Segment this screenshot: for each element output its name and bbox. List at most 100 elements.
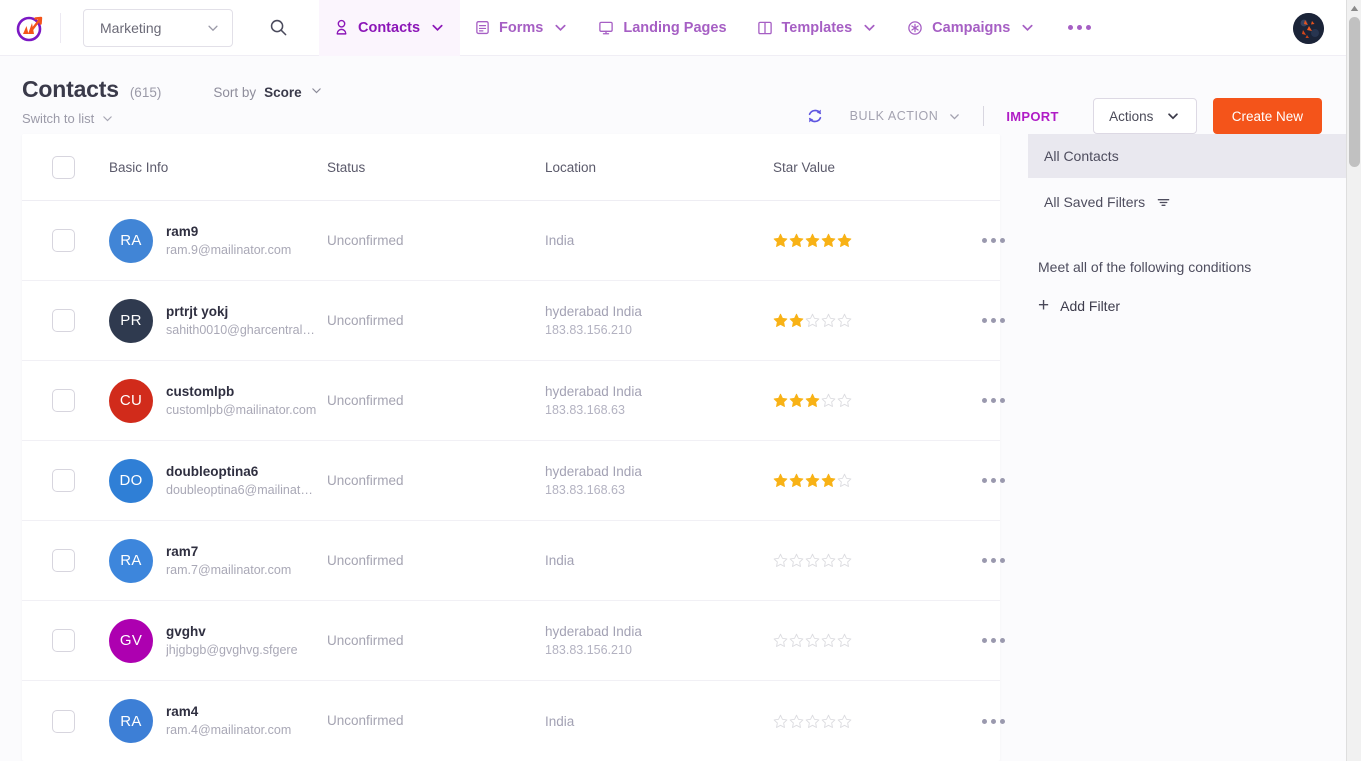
- star-icon[interactable]: [821, 714, 836, 729]
- row-select-checkbox[interactable]: [52, 549, 75, 572]
- star-icon[interactable]: [789, 473, 804, 488]
- nav-item-forms[interactable]: Forms: [460, 0, 583, 56]
- contact-avatar[interactable]: PR: [109, 299, 153, 343]
- table-row[interactable]: DOdoubleoptina6doubleoptina6@mailinator.…: [22, 441, 1000, 521]
- bulk-action-dropdown[interactable]: BULK ACTION: [850, 109, 962, 123]
- star-icon[interactable]: [773, 714, 788, 729]
- star-icon[interactable]: [837, 313, 852, 328]
- select-all-checkbox[interactable]: [52, 156, 75, 179]
- star-icon[interactable]: [773, 633, 788, 648]
- cell-basic-info[interactable]: DOdoubleoptina6doubleoptina6@mailinator.…: [109, 459, 327, 503]
- star-icon[interactable]: [821, 633, 836, 648]
- table-row[interactable]: GVgvghvjhjgbgb@gvghvg.sfgereUnconfirmedh…: [22, 601, 1000, 681]
- star-icon[interactable]: [773, 393, 788, 408]
- nav-item-templates[interactable]: Templates: [742, 0, 893, 56]
- cell-basic-info[interactable]: CUcustomlpbcustomlpb@mailinator.com: [109, 379, 327, 423]
- star-icon[interactable]: [773, 233, 788, 248]
- scrollbar-thumb[interactable]: [1349, 17, 1360, 167]
- star-icon[interactable]: [789, 233, 804, 248]
- table-row[interactable]: RAram7ram.7@mailinator.comUnconfirmedInd…: [22, 521, 1000, 601]
- column-header-basic-info[interactable]: Basic Info: [109, 160, 327, 175]
- star-icon[interactable]: [805, 633, 820, 648]
- add-filter-button[interactable]: + Add Filter: [1028, 298, 1346, 314]
- page-scrollbar[interactable]: [1346, 0, 1361, 761]
- star-icon[interactable]: [837, 473, 852, 488]
- row-select-checkbox[interactable]: [52, 229, 75, 252]
- scrollbar-up-button[interactable]: [1347, 0, 1361, 17]
- star-icon[interactable]: [805, 233, 820, 248]
- cell-star-value[interactable]: [773, 233, 963, 248]
- star-icon[interactable]: [837, 393, 852, 408]
- contact-avatar[interactable]: RA: [109, 219, 153, 263]
- table-row[interactable]: RAram4ram.4@mailinator.comUnconfirmedInd…: [22, 681, 1000, 761]
- star-icon[interactable]: [821, 233, 836, 248]
- star-icon[interactable]: [789, 393, 804, 408]
- nav-item-landing-pages[interactable]: Landing Pages: [583, 0, 741, 56]
- cell-basic-info[interactable]: PRprtrjt yokjsahith0010@gharcentral.co..…: [109, 299, 327, 343]
- column-header-star-value[interactable]: Star Value: [773, 160, 963, 175]
- contact-avatar[interactable]: DO: [109, 459, 153, 503]
- cell-basic-info[interactable]: RAram9ram.9@mailinator.com: [109, 219, 327, 263]
- workspace-selector[interactable]: Marketing: [83, 9, 233, 47]
- star-icon[interactable]: [821, 473, 836, 488]
- create-new-button[interactable]: Create New: [1213, 98, 1322, 134]
- row-select-checkbox[interactable]: [52, 389, 75, 412]
- star-icon[interactable]: [805, 473, 820, 488]
- star-icon[interactable]: [821, 393, 836, 408]
- actions-divider: [983, 106, 984, 126]
- star-icon[interactable]: [773, 473, 788, 488]
- row-select-checkbox[interactable]: [52, 710, 75, 733]
- nav-overflow-menu-button[interactable]: [1050, 0, 1109, 56]
- star-icon[interactable]: [821, 313, 836, 328]
- star-icon[interactable]: [789, 633, 804, 648]
- star-icon[interactable]: [789, 553, 804, 568]
- cell-star-value[interactable]: [773, 553, 963, 568]
- contact-avatar[interactable]: RA: [109, 539, 153, 583]
- star-icon[interactable]: [773, 313, 788, 328]
- cell-basic-info[interactable]: RAram7ram.7@mailinator.com: [109, 539, 327, 583]
- app-logo[interactable]: [0, 13, 56, 43]
- cell-star-value[interactable]: [773, 313, 963, 328]
- star-icon[interactable]: [773, 553, 788, 568]
- star-icon[interactable]: [821, 553, 836, 568]
- cell-star-value[interactable]: [773, 393, 963, 408]
- cell-star-value[interactable]: [773, 714, 963, 729]
- nav-item-campaigns[interactable]: Campaigns: [892, 0, 1050, 56]
- row-select-checkbox[interactable]: [52, 309, 75, 332]
- switch-to-list-button[interactable]: Switch to list: [22, 111, 114, 126]
- star-icon[interactable]: [805, 393, 820, 408]
- row-select-checkbox[interactable]: [52, 629, 75, 652]
- import-button[interactable]: IMPORT: [1006, 109, 1058, 124]
- star-icon[interactable]: [837, 553, 852, 568]
- cell-basic-info[interactable]: GVgvghvjhjgbgb@gvghvg.sfgere: [109, 619, 327, 663]
- cell-basic-info[interactable]: RAram4ram.4@mailinator.com: [109, 699, 327, 743]
- search-button[interactable]: [263, 13, 293, 43]
- star-icon[interactable]: [837, 714, 852, 729]
- all-saved-filters[interactable]: All Saved Filters: [1028, 180, 1346, 224]
- star-icon[interactable]: [789, 714, 804, 729]
- refresh-button[interactable]: [802, 103, 828, 129]
- column-header-location[interactable]: Location: [545, 160, 773, 175]
- actions-dropdown-button[interactable]: Actions: [1093, 98, 1197, 134]
- table-row[interactable]: PRprtrjt yokjsahith0010@gharcentral.co..…: [22, 281, 1000, 361]
- star-icon[interactable]: [789, 313, 804, 328]
- star-icon[interactable]: [837, 233, 852, 248]
- contact-avatar[interactable]: CU: [109, 379, 153, 423]
- column-header-status[interactable]: Status: [327, 160, 545, 175]
- star-icon[interactable]: [837, 633, 852, 648]
- star-icon[interactable]: [805, 553, 820, 568]
- cell-star-value[interactable]: [773, 633, 963, 648]
- cell-star-value[interactable]: [773, 473, 963, 488]
- star-icon[interactable]: [805, 714, 820, 729]
- user-avatar[interactable]: [1293, 13, 1324, 44]
- table-row[interactable]: RAram9ram.9@mailinator.comUnconfirmedInd…: [22, 201, 1000, 281]
- status-text: Unconfirmed: [327, 553, 404, 568]
- contact-avatar[interactable]: GV: [109, 619, 153, 663]
- row-select-checkbox[interactable]: [52, 469, 75, 492]
- star-icon[interactable]: [805, 313, 820, 328]
- nav-item-contacts[interactable]: Contacts: [319, 0, 460, 56]
- contact-avatar[interactable]: RA: [109, 699, 153, 743]
- filter-all-contacts[interactable]: All Contacts: [1028, 134, 1346, 178]
- table-row[interactable]: CUcustomlpbcustomlpb@mailinator.comUncon…: [22, 361, 1000, 441]
- sort-by-control[interactable]: Sort by Score: [213, 84, 322, 100]
